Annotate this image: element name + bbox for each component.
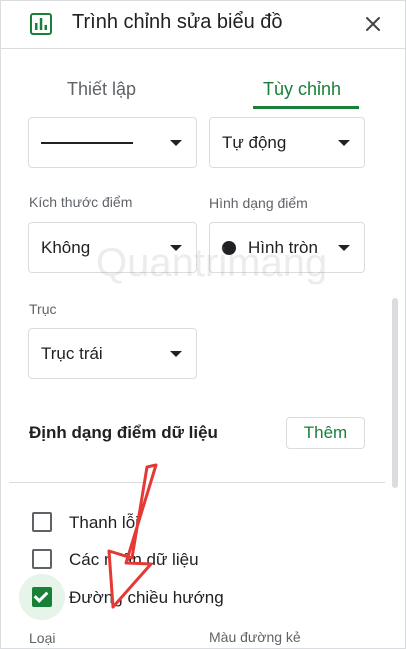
tab-customize[interactable]: Tùy chỉnh xyxy=(263,79,341,100)
annotation-arrow-icon xyxy=(107,463,158,609)
active-tab-indicator xyxy=(253,106,359,109)
chart-editor-title: Trình chỉnh sửa biểu đồ xyxy=(72,11,283,33)
trendline-color-label: Màu đường kẻ xyxy=(209,629,301,645)
point-size-value: Không xyxy=(41,237,91,257)
chart-editor-panel: Trình chỉnh sửa biểu đồ Thiết lập Tùy ch… xyxy=(0,0,406,649)
add-data-point-format-button[interactable]: Thêm xyxy=(286,417,365,449)
axis-dropdown[interactable]: Trục trái xyxy=(28,328,197,379)
line-thickness-value: Tự động xyxy=(222,132,287,152)
scrollbar-thumb[interactable] xyxy=(392,298,398,488)
dropdown-arrow-icon xyxy=(170,350,182,357)
chart-editor-header: Trình chỉnh sửa biểu đồ xyxy=(1,1,405,49)
tab-setup[interactable]: Thiết lập xyxy=(67,79,136,100)
check-icon xyxy=(33,588,49,603)
dropdown-arrow-icon xyxy=(338,139,350,146)
axis-label: Trục xyxy=(29,301,57,317)
axis-value: Trục trái xyxy=(41,343,103,363)
dropdown-arrow-icon xyxy=(170,139,182,146)
trendline-label: Đường chiều hướng xyxy=(69,588,224,607)
bar-chart-icon xyxy=(30,13,52,35)
line-style-sample xyxy=(41,142,133,144)
data-point-format-title: Định dạng điểm dữ liệu xyxy=(29,423,218,442)
point-size-label: Kích thước điểm xyxy=(29,194,133,210)
close-icon[interactable] xyxy=(361,12,385,36)
error-bars-label: Thanh lỗi xyxy=(69,513,139,532)
point-shape-value: Hình tròn xyxy=(248,237,318,257)
trendline-type-label: Loại xyxy=(29,630,56,646)
point-shape-label: Hình dạng điểm xyxy=(209,195,308,211)
trendline-checkbox[interactable] xyxy=(32,587,52,607)
data-labels-label: Các nhãn dữ liệu xyxy=(69,550,199,569)
line-style-dropdown[interactable] xyxy=(28,117,197,168)
dropdown-arrow-icon xyxy=(338,244,350,251)
section-divider xyxy=(9,482,385,483)
data-labels-checkbox[interactable] xyxy=(32,549,52,569)
dropdown-arrow-icon xyxy=(170,244,182,251)
line-thickness-dropdown[interactable]: Tự động xyxy=(209,117,365,168)
point-size-dropdown[interactable]: Không xyxy=(28,222,197,273)
point-shape-dropdown[interactable]: Hình tròn xyxy=(209,222,365,273)
error-bars-checkbox[interactable] xyxy=(32,512,52,532)
circle-shape-icon xyxy=(222,240,236,255)
